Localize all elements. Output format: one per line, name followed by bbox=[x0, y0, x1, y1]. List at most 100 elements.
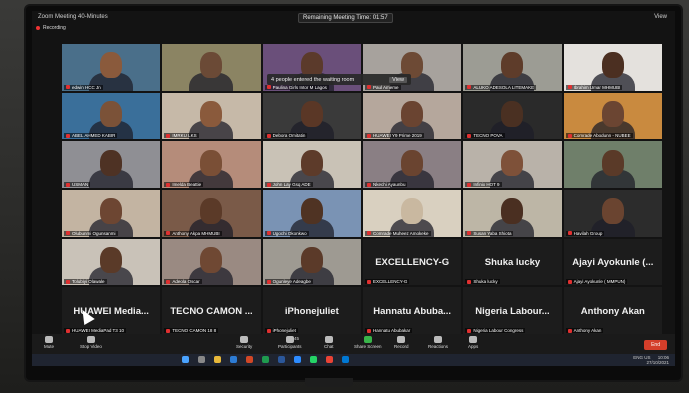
participant-tile[interactable]: Comrade Muheez Amokeke bbox=[363, 190, 462, 237]
mute-button[interactable]: Mute bbox=[44, 336, 54, 349]
participant-tile[interactable]: Anthony Akpa MHMUBI bbox=[162, 190, 261, 237]
participant-tile[interactable]: Anthony Akan Anthony Akan bbox=[563, 287, 662, 334]
participant-tile[interactable]: Ibrahim Umar MHMUBI bbox=[563, 44, 662, 91]
participant-name-label: Comrade Abodunn - NUBEE bbox=[565, 133, 633, 139]
excel-icon[interactable] bbox=[262, 356, 269, 363]
participant-name: Debora Omitatin bbox=[272, 133, 306, 139]
participant-tile[interactable]: Shuka lucky Shuka lucky bbox=[463, 238, 562, 286]
start-icon[interactable] bbox=[182, 356, 189, 363]
mic-muted-icon bbox=[367, 182, 371, 187]
participant-tile[interactable]: Nkechi Ayaunbu bbox=[363, 141, 462, 188]
participant-name: Nigeria Labour Congress bbox=[473, 328, 524, 333]
participant-tile[interactable]: ALUKO ADESOLA LITEMAKE bbox=[463, 44, 562, 91]
chat-button[interactable]: Chat bbox=[324, 336, 334, 349]
security-button[interactable]: Security bbox=[236, 336, 252, 349]
participant-name-label: TECNO POVA bbox=[465, 133, 505, 139]
participant-tile[interactable]: IMRKU LKS bbox=[162, 92, 261, 140]
participant-name-label: Anthony Akpa MHMUBI bbox=[164, 230, 222, 236]
participant-face bbox=[300, 198, 323, 225]
participant-face bbox=[401, 198, 424, 225]
participant-tile[interactable]: Havilah Group bbox=[563, 190, 662, 237]
participant-tile[interactable]: Ajayi Ayokunle (... Ajayi Ayokunle ( MMPU… bbox=[563, 238, 662, 286]
monitor-stand bbox=[305, 378, 353, 387]
mic-muted-icon bbox=[567, 133, 572, 138]
participant-tile[interactable]: Hannatu Abuba... Hannatu Abubakar bbox=[363, 287, 462, 334]
participant-name-label: HUAWEI Y9 Prime 2019 bbox=[365, 133, 424, 139]
shield-icon bbox=[240, 336, 249, 343]
participant-tile[interactable]: Comrade Abodunn - NUBEE bbox=[563, 92, 662, 140]
participant-tile[interactable] bbox=[162, 44, 261, 91]
participant-tile[interactable]: Olubunmi Ogunsanmi bbox=[62, 190, 161, 237]
chrome-icon[interactable] bbox=[326, 356, 333, 363]
window-title: Zoom Meeting 40-Minutes bbox=[38, 14, 108, 20]
recording-indicator: Recording bbox=[36, 25, 66, 31]
system-tray[interactable]: ENG US 10:06 27/10/2021 bbox=[633, 355, 669, 365]
people-icon bbox=[285, 336, 294, 343]
participant-tile[interactable]: Imelda Beattie bbox=[162, 141, 261, 188]
participant-face bbox=[501, 149, 524, 176]
participant-tile[interactable]: USMAN bbox=[62, 141, 161, 188]
view-button[interactable]: View bbox=[654, 14, 667, 20]
participant-name-label: Paulina Girls Intor M Lagos bbox=[264, 84, 329, 90]
share-screen-button[interactable]: Share Screen bbox=[354, 336, 382, 349]
participant-tile[interactable]: Infinix HOT 9 bbox=[463, 141, 562, 188]
participant-tile[interactable]: Tolubiyi Olawale bbox=[62, 238, 161, 286]
stop-video-button[interactable]: Stop Video bbox=[80, 336, 102, 349]
participant-name-label: Comrade Muheez Amokeke bbox=[365, 230, 431, 236]
apps-button[interactable]: Apps bbox=[468, 336, 478, 349]
participant-tile[interactable]: TECNO POVA bbox=[463, 92, 562, 140]
microphone-icon bbox=[45, 336, 53, 343]
participant-name-label: Hannatu Abubakar bbox=[365, 328, 413, 333]
participant-name: edwin HCC Jn bbox=[72, 84, 101, 90]
participant-name: Anthony Akpa MHMUBI bbox=[172, 230, 220, 236]
participant-name: Ajayi Ayokunle ( MMPUN) bbox=[573, 279, 626, 285]
participant-name-label: Ugochi Okonkwo bbox=[264, 230, 309, 236]
participant-tile[interactable]: ABEL AHMED KABIR bbox=[62, 92, 161, 140]
zoom-icon[interactable] bbox=[294, 356, 301, 363]
participant-name: TECNO POVA bbox=[473, 133, 503, 139]
participant-tile[interactable]: HUAWEI Y9 Prime 2019 bbox=[363, 92, 462, 140]
participant-name: Shuka lucky bbox=[473, 279, 498, 285]
office-icon[interactable] bbox=[246, 356, 253, 363]
mic-muted-icon bbox=[166, 328, 171, 333]
participant-tile[interactable]: EXCELLENCY-G EXCELLENCY-G bbox=[363, 238, 462, 286]
search-icon[interactable] bbox=[198, 356, 205, 363]
participant-name-label: edwin HCC Jn bbox=[64, 84, 103, 90]
participant-tile[interactable]: Ugochi Okonkwo bbox=[262, 190, 361, 237]
participant-tile[interactable]: HUAWEI Media... HUAWEI MediaPad T3 10 bbox=[62, 287, 161, 334]
participant-face bbox=[601, 198, 624, 225]
participant-name: HUAWEI MediaPad T3 10 bbox=[72, 328, 125, 333]
word-icon[interactable] bbox=[278, 356, 285, 363]
participant-face bbox=[200, 101, 223, 128]
participant-name: Tolubiyi Olawale bbox=[72, 279, 105, 285]
mic-muted-icon bbox=[66, 85, 70, 90]
mic-muted-icon bbox=[467, 328, 472, 333]
participant-tile[interactable]: Nigeria Labour... Nigeria Labour Congress bbox=[463, 287, 562, 334]
participant-display-name: Hannatu Abuba... bbox=[373, 305, 452, 317]
participant-name-label: Ajayi Ayokunle ( MMPUN) bbox=[565, 279, 628, 285]
participant-tile[interactable] bbox=[563, 141, 662, 188]
outlook-icon[interactable] bbox=[342, 356, 349, 363]
participant-tile[interactable]: Adeola Oscar bbox=[162, 238, 261, 286]
participant-name: Paul Ameme bbox=[373, 84, 399, 90]
edge-icon[interactable] bbox=[230, 356, 237, 363]
whatsapp-icon[interactable] bbox=[310, 356, 317, 363]
participant-tile[interactable]: Debora Omitatin bbox=[262, 92, 361, 140]
participant-name-label: Debora Omitatin bbox=[264, 133, 308, 139]
participant-tile[interactable]: edwin HCC Jn bbox=[62, 44, 161, 91]
participant-tile[interactable]: iPhonejuliet iPhonejuliet bbox=[262, 287, 361, 334]
folder-icon[interactable] bbox=[214, 356, 221, 363]
participant-name-label: John Lay Gsq ADE bbox=[264, 182, 313, 187]
reactions-button[interactable]: Reactions bbox=[428, 336, 448, 349]
mic-muted-icon bbox=[367, 85, 371, 90]
record-button[interactable]: Record bbox=[394, 336, 409, 349]
participant-name: Ogunleye Adeagbe bbox=[272, 279, 311, 285]
participant-tile[interactable]: Susan Yaba Shiota bbox=[463, 190, 562, 237]
notification-view-button[interactable]: View bbox=[389, 76, 407, 83]
participant-tile[interactable]: TECNO CAMON ... TECNO CAMON 18 8 bbox=[162, 287, 261, 334]
participant-display-name: HUAWEI Media... bbox=[73, 305, 149, 317]
participant-tile[interactable]: John Lay Gsq ADE bbox=[262, 141, 361, 188]
participant-name-label: Ogunleye Adeagbe bbox=[264, 279, 313, 285]
participant-tile[interactable]: Ogunleye Adeagbe bbox=[262, 238, 361, 286]
end-button[interactable]: End bbox=[644, 340, 667, 350]
